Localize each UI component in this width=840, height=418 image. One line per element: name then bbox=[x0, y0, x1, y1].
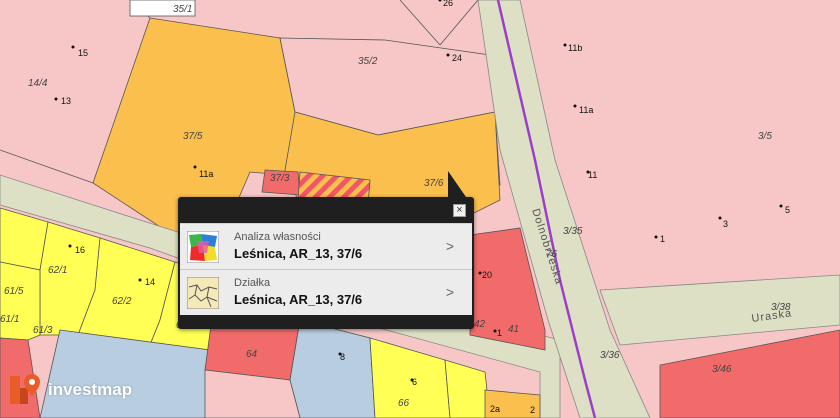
address-label: 20 bbox=[482, 270, 492, 280]
plot-label: 3/46 bbox=[712, 364, 732, 375]
popup-pointer bbox=[448, 171, 466, 197]
plot-label: 42 bbox=[474, 319, 486, 330]
address-label: 5 bbox=[785, 205, 790, 215]
popup-item-value: Leśnica, AR_13, 37/6 bbox=[234, 292, 363, 307]
map-viewport[interactable]: 35/1 35/2 14/4 37/5 37/3 37/6 3/5 3/35 3… bbox=[0, 0, 840, 418]
plot-label: 3/5 bbox=[758, 131, 772, 142]
plot-label: 3/36 bbox=[600, 350, 620, 361]
plot-label: 35/1 bbox=[173, 4, 192, 15]
parcel-map-icon bbox=[187, 276, 219, 309]
plot-label: 61/3 bbox=[33, 325, 53, 336]
address-label: 1 bbox=[660, 234, 665, 244]
address-label: 11a bbox=[199, 169, 213, 179]
plot-label: 37/6 bbox=[424, 178, 444, 189]
plot-label: 37/5 bbox=[183, 131, 203, 142]
analysis-map-icon bbox=[187, 230, 219, 263]
chevron-right-icon: > bbox=[445, 284, 454, 300]
plot-label: 35/2 bbox=[358, 56, 378, 67]
plot-label: 61/1 bbox=[0, 314, 19, 325]
address-label: 11a bbox=[579, 105, 593, 115]
address-label: 1 bbox=[497, 328, 502, 338]
popup-item-parcel[interactable]: Działka Leśnica, AR_13, 37/6 > bbox=[180, 269, 472, 315]
address-label: 24 bbox=[452, 53, 462, 63]
address-label: 16 bbox=[75, 245, 85, 255]
address-label: 15 bbox=[78, 48, 88, 58]
address-label: 3 bbox=[723, 219, 728, 229]
address-label: 6 bbox=[412, 377, 417, 387]
plot-label: 3/35 bbox=[563, 226, 583, 237]
brand-watermark: investmap bbox=[8, 370, 132, 410]
address-label: 13 bbox=[61, 96, 71, 106]
popup-item-value: Leśnica, AR_13, 37/6 bbox=[234, 246, 363, 261]
plot-label: 64 bbox=[246, 349, 258, 360]
brand-name: investmap bbox=[48, 380, 133, 399]
popup-item-category: Działka bbox=[234, 277, 271, 289]
plot-label: 41 bbox=[508, 324, 519, 335]
feature-popup: × Analiza własności Leśnica, AR_13, 37/6… bbox=[178, 171, 474, 329]
popup-item-ownership-analysis[interactable]: Analiza własności Leśnica, AR_13, 37/6 > bbox=[180, 223, 472, 269]
address-label: 8 bbox=[340, 352, 345, 362]
address-label: 2 bbox=[530, 405, 535, 415]
plot-label: 62/2 bbox=[112, 296, 132, 307]
address-label: 11 bbox=[588, 170, 597, 180]
popup-item-category: Analiza własności bbox=[234, 231, 321, 243]
plot-label: 62/1 bbox=[48, 265, 67, 276]
address-label: 11b bbox=[568, 43, 582, 53]
address-label: 14 bbox=[145, 277, 155, 287]
plot-label: 61/5 bbox=[4, 286, 24, 297]
address-label: 2a bbox=[490, 404, 500, 414]
address-label: 26 bbox=[443, 0, 453, 8]
plot-label: 66 bbox=[398, 398, 410, 409]
close-icon[interactable]: × bbox=[453, 204, 466, 217]
plot-label: 14/4 bbox=[28, 78, 48, 89]
plot-label: 37/3 bbox=[270, 173, 290, 184]
chevron-right-icon: > bbox=[445, 238, 454, 254]
investmap-logo-icon bbox=[10, 374, 40, 404]
